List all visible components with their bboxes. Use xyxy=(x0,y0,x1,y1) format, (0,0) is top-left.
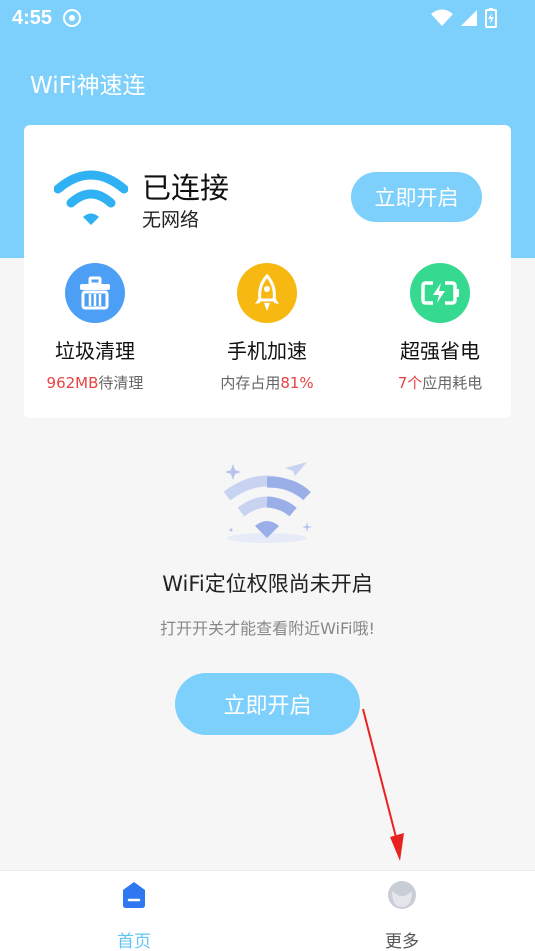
shield-settings-icon xyxy=(63,9,81,27)
status-icons xyxy=(431,8,497,28)
enable-permission-button[interactable]: 立即开启 xyxy=(175,673,360,735)
feature-junk-clean[interactable]: 垃圾清理 962MB待清理 xyxy=(20,263,170,393)
app-title: WiFi神速连 xyxy=(30,73,146,99)
annotation-arrow xyxy=(362,708,404,861)
home-icon xyxy=(123,882,145,908)
connection-card: 已连接 无网络 立即开启 垃圾清理 962MB待清理 手机加速 内存占用81% … xyxy=(24,125,511,418)
bottom-nav: 首页 更多 xyxy=(0,870,535,951)
permission-title: WiFi定位权限尚未开启 xyxy=(162,572,373,596)
cell-signal-icon xyxy=(461,10,477,26)
status-bar: 4:55 xyxy=(0,0,535,36)
status-time: 4:55 xyxy=(12,7,53,29)
connection-status: 已连接 xyxy=(142,171,230,205)
feature-phone-boost[interactable]: 手机加速 内存占用81% xyxy=(192,263,342,393)
nav-label: 更多 xyxy=(385,932,419,951)
feature-subtitle: 962MB待清理 xyxy=(46,374,144,392)
feature-title: 垃圾清理 xyxy=(55,339,135,363)
nav-home[interactable]: 首页 xyxy=(84,879,184,951)
rocket-icon xyxy=(237,263,297,323)
nav-label: 首页 xyxy=(117,932,151,951)
feature-subtitle: 内存占用81% xyxy=(220,374,314,392)
battery-icon xyxy=(485,8,497,28)
feature-title: 手机加速 xyxy=(227,339,307,363)
feature-title: 超强省电 xyxy=(400,339,480,363)
feature-power-save[interactable]: 超强省电 7个应用耗电 xyxy=(365,263,515,393)
enable-now-button[interactable]: 立即开启 xyxy=(351,172,482,222)
nav-more[interactable]: 更多 xyxy=(352,879,452,951)
battery-charge-icon xyxy=(410,263,470,323)
wifi-permission-illustration xyxy=(223,462,312,543)
feature-subtitle: 7个应用耗电 xyxy=(397,374,483,392)
trash-basket-icon xyxy=(65,263,125,323)
wifi-icon xyxy=(54,170,128,225)
wifi-signal-icon xyxy=(431,9,453,26)
permission-subtitle: 打开开关才能查看附近WiFi哦! xyxy=(160,619,375,638)
more-face-icon xyxy=(388,881,416,909)
network-name: 无网络 xyxy=(142,209,200,231)
